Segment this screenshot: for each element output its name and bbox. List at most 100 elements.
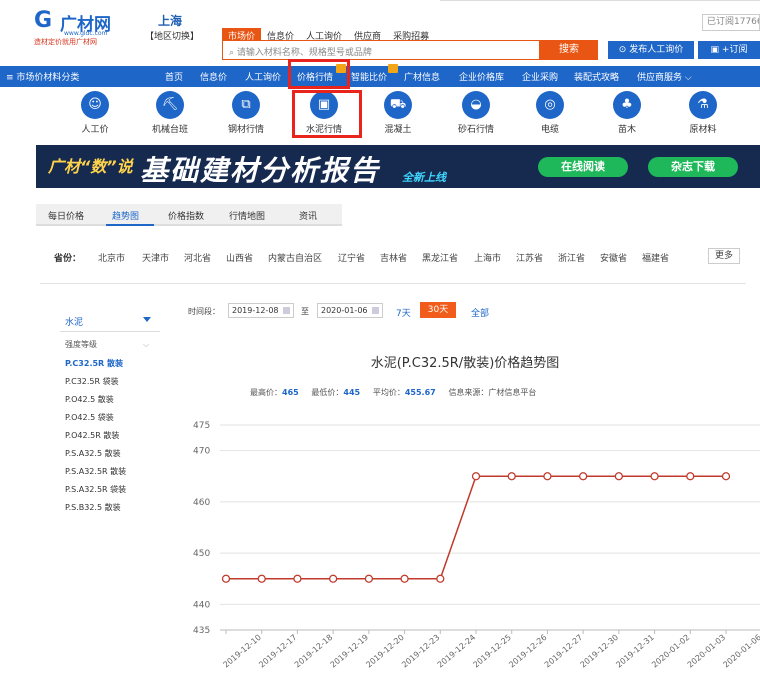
category-label: 混凝土 (384, 125, 412, 135)
tab-daily-price[interactable]: 每日价格 (48, 209, 84, 222)
search-button[interactable]: 搜索 (540, 40, 598, 60)
grade-item[interactable]: P.S.B32.5 散装 (65, 502, 121, 513)
province-item[interactable]: 黑龙江省 (422, 251, 458, 264)
category-menu[interactable]: ≡ 市场价材料分类 (6, 70, 79, 83)
province-item[interactable]: 浙江省 (558, 251, 585, 264)
grade-item[interactable]: P.S.A32.5 散装 (65, 448, 121, 459)
data-point (578, 472, 588, 481)
nav-labor-inquiry[interactable]: 人工询价 (245, 70, 281, 83)
x-tick-label: 2019-12-18 (293, 633, 334, 670)
logo-slogan: 造材定价就用广材网 (34, 38, 97, 46)
category-sand[interactable]: ◒ 砂石行情 (446, 91, 506, 135)
province-item[interactable]: 福建省 (642, 251, 669, 264)
y-tick-label: 475 (193, 421, 210, 431)
magazine-download-button[interactable]: 杂志下载 (648, 157, 738, 177)
category-label: 苗木 (617, 125, 636, 135)
category-labor[interactable]: ☺ 人工价 (65, 91, 125, 135)
province-label: 省份： (54, 254, 82, 264)
time-range-label: 时间段： (188, 307, 220, 316)
data-point (614, 472, 624, 481)
chevron-down-icon[interactable] (143, 317, 151, 322)
calendar-icon[interactable] (283, 307, 290, 314)
x-tick-label: 2019-12-31 (614, 633, 655, 670)
more-provinces-button[interactable]: 更多 (708, 248, 740, 264)
hot-badge-icon (388, 64, 398, 73)
province-item[interactable]: 安徽省 (600, 251, 627, 264)
category-raw-material[interactable]: ⚗ 原材料 (673, 91, 733, 135)
search-icon: ⌕ (229, 48, 237, 58)
range-all-button[interactable]: 全部 (471, 306, 489, 319)
nav-supplier-service[interactable]: 供应商服务 ⌵ (637, 70, 692, 83)
nav-news[interactable]: 广材信息 (404, 70, 440, 83)
category-cable[interactable]: ◎ 电缆 (520, 91, 580, 135)
data-point (364, 574, 374, 583)
grade-item[interactable]: P.S.A32.5R 散装 (65, 466, 126, 477)
x-tick-label: 2019-12-17 (257, 633, 298, 670)
nav-prefab-guide[interactable]: 装配式攻略 (574, 70, 619, 83)
nav-company-prices[interactable]: 企业价格库 (459, 70, 504, 83)
province-item[interactable]: 辽宁省 (338, 251, 365, 264)
grade-item[interactable]: P.O42.5R 散装 (65, 430, 119, 441)
tab-trend-chart[interactable]: 趋势图 (112, 209, 139, 222)
tree-icon: ♣ (613, 91, 641, 119)
x-tick-label: 2019-12-10 (222, 633, 263, 670)
logo-mark: G (34, 8, 53, 33)
subscribe-button[interactable]: ▣ +订阅 (698, 41, 760, 59)
avg-value: 455.67 (404, 388, 436, 397)
end-date-value: 2020-01-06 (321, 306, 368, 315)
y-tick-label: 460 (193, 498, 210, 508)
calendar-icon[interactable] (372, 307, 379, 314)
nav-company-purchase[interactable]: 企业采购 (522, 70, 558, 83)
nav-info-price[interactable]: 信息价 (200, 70, 227, 83)
category-label: 砂石行情 (457, 125, 494, 135)
grade-item[interactable]: P.C32.5R 袋装 (65, 376, 119, 387)
material-select[interactable]: 水泥 (65, 315, 83, 328)
range-7d-button[interactable]: 7天 (396, 306, 411, 319)
highlight-box-nav (288, 59, 350, 89)
province-item[interactable]: 吉林省 (380, 251, 407, 264)
x-tick-label: 2020-01-06 (722, 633, 760, 670)
province-item[interactable]: 山西省 (226, 251, 253, 264)
excavator-icon: ⛏ (156, 91, 184, 119)
province-item[interactable]: 天津市 (142, 251, 169, 264)
tab-market-map[interactable]: 行情地图 (229, 209, 265, 222)
site-logo[interactable]: G 广材网 www.gldc.com 造材定价就用广材网 (34, 8, 124, 48)
tab-price-index[interactable]: 价格指数 (168, 209, 204, 222)
category-machinery[interactable]: ⛏ 机械台班 (140, 91, 200, 135)
data-point (436, 574, 445, 583)
province-item[interactable]: 内蒙古自治区 (268, 251, 322, 264)
source-label: 信息来源：广材信息平台 (448, 388, 537, 397)
nav-home[interactable]: 首页 (165, 70, 183, 83)
data-point (221, 574, 231, 583)
grade-item[interactable]: P.S.A32.5R 袋装 (65, 484, 126, 495)
tab-news[interactable]: 资讯 (299, 209, 317, 222)
category-concrete[interactable]: ⛟ 混凝土 (368, 91, 428, 135)
nav-smart-compare[interactable]: 智能比价 (351, 70, 387, 83)
category-steel[interactable]: ⧉ 钢材行情 (216, 91, 276, 135)
range-30d-button[interactable]: 30天 (420, 302, 456, 318)
subscribed-count[interactable]: 已订阅17766 (702, 14, 760, 31)
province-item[interactable]: 北京市 (98, 251, 125, 264)
end-date-input[interactable]: 2020-01-06 (317, 303, 383, 318)
banner-new: 全新上线 (402, 171, 446, 184)
publish-inquiry-button[interactable]: ⊙ 发布人工询价 (608, 41, 694, 59)
active-tab-indicator (106, 224, 154, 226)
province-item[interactable]: 江苏省 (516, 251, 543, 264)
province-item[interactable]: 上海市 (474, 251, 501, 264)
y-tick-label: 470 (193, 447, 210, 457)
read-online-button[interactable]: 在线阅读 (538, 157, 628, 177)
grade-item[interactable]: P.C32.5R 散装 (65, 358, 123, 369)
province-item[interactable]: 河北省 (184, 251, 211, 264)
report-banner[interactable]: 广材“数”说 基础建材分析报告 全新上线 在线阅读 杂志下载 (36, 145, 760, 188)
search-input[interactable]: ⌕ 请输入材料名称、规格型号或品牌 (222, 40, 540, 60)
grade-item[interactable]: P.O42.5 袋装 (65, 412, 114, 423)
grade-item[interactable]: P.O42.5 散装 (65, 394, 114, 405)
cable-icon: ◎ (536, 91, 564, 119)
start-date-input[interactable]: 2019-12-08 (228, 303, 294, 318)
y-tick-label: 450 (193, 549, 210, 559)
chevron-down-icon[interactable]: ⌵ (143, 340, 149, 350)
x-tick-label: 2019-12-19 (329, 633, 370, 670)
data-point (650, 472, 659, 481)
city-switch-link[interactable]: 【地区切换】 (145, 29, 199, 42)
category-seedlings[interactable]: ♣ 苗木 (597, 91, 657, 135)
